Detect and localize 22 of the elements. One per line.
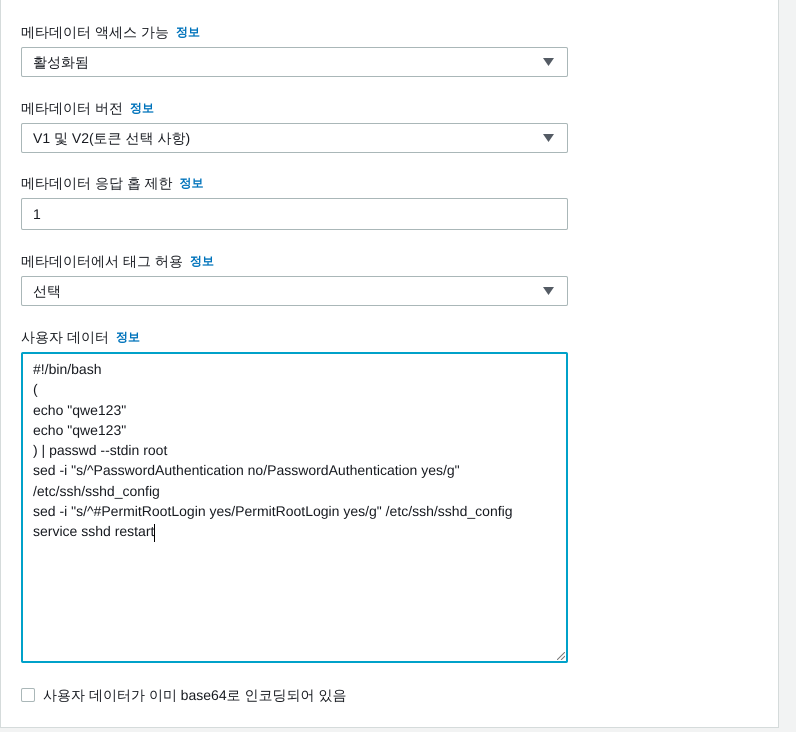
dropdown-select[interactable]: 활성화됨	[21, 47, 568, 77]
field-label: 메타데이터 액세스 가능	[21, 22, 169, 42]
checkbox[interactable]	[21, 688, 35, 702]
text-cursor-icon	[154, 524, 156, 542]
caret-down-icon	[543, 134, 554, 142]
resize-handle-icon[interactable]	[557, 652, 565, 660]
input-field[interactable]: 1	[21, 198, 568, 230]
field-label: 메타데이터 버전	[21, 98, 123, 118]
info-link[interactable]: 정보	[180, 174, 204, 192]
field-label: 메타데이터에서 태그 허용	[21, 252, 183, 270]
dropdown-select[interactable]: 선택	[21, 276, 568, 306]
info-link[interactable]: 정보	[116, 328, 140, 346]
field-label: 사용자 데이터	[21, 328, 109, 346]
checkbox-label: 사용자 데이터가 이미 base64로 인코딩되어 있음	[43, 686, 346, 704]
dropdown-select[interactable]: V1 및 V2(토큰 선택 사항)	[21, 123, 568, 153]
caret-down-icon	[543, 58, 554, 66]
caret-down-icon	[543, 287, 554, 295]
info-link[interactable]: 정보	[190, 252, 214, 270]
textarea-field[interactable]: #!/bin/bash ( echo "qwe123" echo "qwe123" ) | passwd --stdin root sed -i "s/^PasswordAuthentication no/PasswordAuthentication yes/g" /etc/ssh/sshd_config sed -i "s/^#PermitRootLogin yes/PermitRootLogin yes/g" /etc/ssh/sshd_config service sshd restart	[21, 352, 568, 663]
field-label: 메타데이터 응답 홉 제한	[21, 174, 173, 192]
info-link[interactable]: 정보	[130, 99, 154, 117]
info-link[interactable]: 정보	[176, 23, 200, 41]
